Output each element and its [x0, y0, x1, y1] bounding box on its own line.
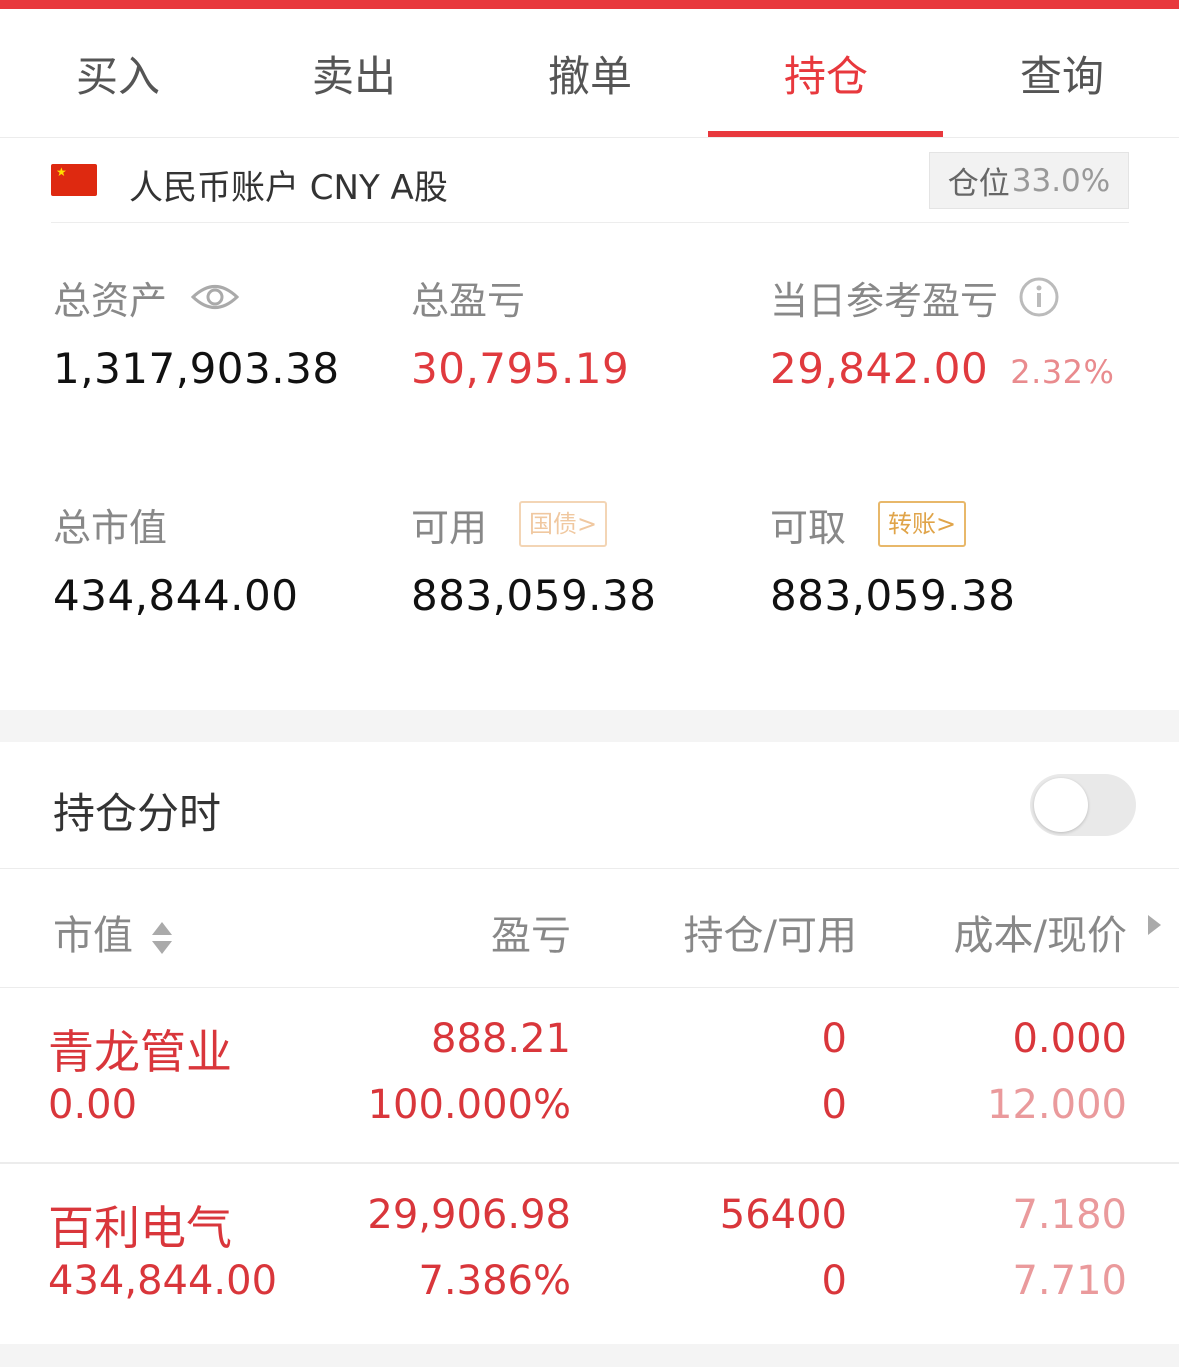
- header-position: 持仓/可用: [683, 913, 857, 959]
- holdings-table-header: 市值 盈亏 持仓/可用 成本/现价: [0, 869, 1179, 988]
- daily-pnl-value: 29,842.00: [770, 344, 989, 393]
- header-market-value-label: 市值: [53, 913, 133, 959]
- header-pnl: 盈亏: [491, 913, 571, 959]
- tab-bar: 买入 卖出 撤单 持仓 查询: [0, 9, 1179, 138]
- holding-timeshare-label: 持仓分时: [53, 789, 222, 838]
- tab-sell[interactable]: 卖出: [236, 9, 472, 137]
- bottom-divider: [0, 1344, 1179, 1367]
- daily-pnl-pct: 2.32%: [1010, 353, 1115, 391]
- account-row[interactable]: ★ 人民币账户 CNY A股 仓位 33.0%: [51, 140, 1129, 223]
- stat-available: 可用 国债> 883,059.38: [411, 499, 656, 620]
- stat-withdrawable: 可取 转账> 883,059.38: [770, 499, 1015, 620]
- market-value-value: 434,844.00: [53, 571, 299, 620]
- china-flag-icon: ★: [51, 164, 97, 196]
- top-accent-bar: [0, 0, 1179, 9]
- row-market-value: 0.00: [48, 1082, 138, 1128]
- daily-pnl-label: 当日参考盈亏: [770, 278, 999, 323]
- holding-timeshare-toggle[interactable]: [1030, 774, 1136, 836]
- treasury-bond-chip[interactable]: 国债>: [519, 501, 608, 547]
- stat-daily-pnl: 当日参考盈亏 29,842.00 2.32%: [770, 272, 1114, 393]
- row-price: 12.000: [987, 1082, 1127, 1128]
- stat-market-value: 总市值 434,844.00: [53, 499, 298, 621]
- row-available: 0: [821, 1258, 847, 1304]
- tab-buy[interactable]: 买入: [0, 9, 236, 137]
- daily-pnl-value-wrap: 29,842.00 2.32%: [770, 344, 1114, 393]
- stat-total-pnl: 总盈亏 30,795.19: [411, 272, 629, 394]
- total-pnl-label: 总盈亏: [411, 278, 526, 323]
- row-position: 56400: [719, 1192, 847, 1238]
- row-pnl: 29,906.98: [367, 1192, 571, 1238]
- row-pnl: 888.21: [431, 1016, 571, 1062]
- row-cost: 7.180: [1012, 1192, 1127, 1238]
- table-row[interactable]: 百利电气 434,844.00 29,906.98 7.386% 56400 0…: [0, 1164, 1179, 1342]
- info-icon[interactable]: [1018, 276, 1060, 318]
- withdrawable-value: 883,059.38: [770, 571, 1016, 620]
- total-pnl-value: 30,795.19: [411, 344, 630, 393]
- account-title: 人民币账户 CNY A股: [129, 168, 448, 208]
- available-label: 可用: [411, 505, 488, 550]
- row-price: 7.710: [1012, 1258, 1127, 1304]
- position-label: 仓位: [947, 166, 1010, 202]
- row-market-value: 434,844.00: [48, 1258, 278, 1304]
- row-pnl-pct: 100.000%: [367, 1082, 571, 1128]
- available-value: 883,059.38: [411, 571, 657, 620]
- section-divider: [0, 710, 1179, 742]
- tab-query[interactable]: 查询: [944, 9, 1179, 137]
- position-ratio-badge: 仓位 33.0%: [929, 152, 1129, 209]
- stock-name: 百利电气: [48, 1201, 232, 1255]
- row-position: 0: [821, 1016, 847, 1062]
- active-tab-indicator: [708, 131, 943, 137]
- stock-name: 青龙管业: [48, 1025, 232, 1079]
- tab-cancel[interactable]: 撤单: [472, 9, 708, 137]
- row-pnl-pct: 7.386%: [418, 1258, 571, 1304]
- tab-holdings[interactable]: 持仓: [708, 9, 944, 137]
- row-cost: 0.000: [1012, 1016, 1127, 1062]
- expand-columns-icon[interactable]: [1148, 915, 1161, 935]
- eye-icon[interactable]: [191, 282, 240, 312]
- total-assets-value: 1,317,903.38: [53, 344, 340, 393]
- position-value: 33.0%: [1011, 162, 1111, 199]
- sort-icon[interactable]: [150, 919, 174, 957]
- stat-total-assets: 总资产 1,317,903.38: [53, 272, 339, 394]
- row-available: 0: [821, 1082, 847, 1128]
- total-assets-label: 总资产: [53, 278, 168, 323]
- header-market-value[interactable]: 市值: [53, 903, 174, 961]
- header-cost-price: 成本/现价: [953, 913, 1127, 959]
- market-value-label: 总市值: [53, 505, 168, 550]
- transfer-chip[interactable]: 转账>: [878, 501, 967, 547]
- table-row[interactable]: 青龙管业 0.00 888.21 100.000% 0 0 0.000 12.0…: [0, 988, 1179, 1164]
- withdrawable-label: 可取: [770, 505, 847, 550]
- holding-timeshare-row: 持仓分时: [0, 742, 1179, 869]
- toggle-knob: [1034, 778, 1088, 832]
